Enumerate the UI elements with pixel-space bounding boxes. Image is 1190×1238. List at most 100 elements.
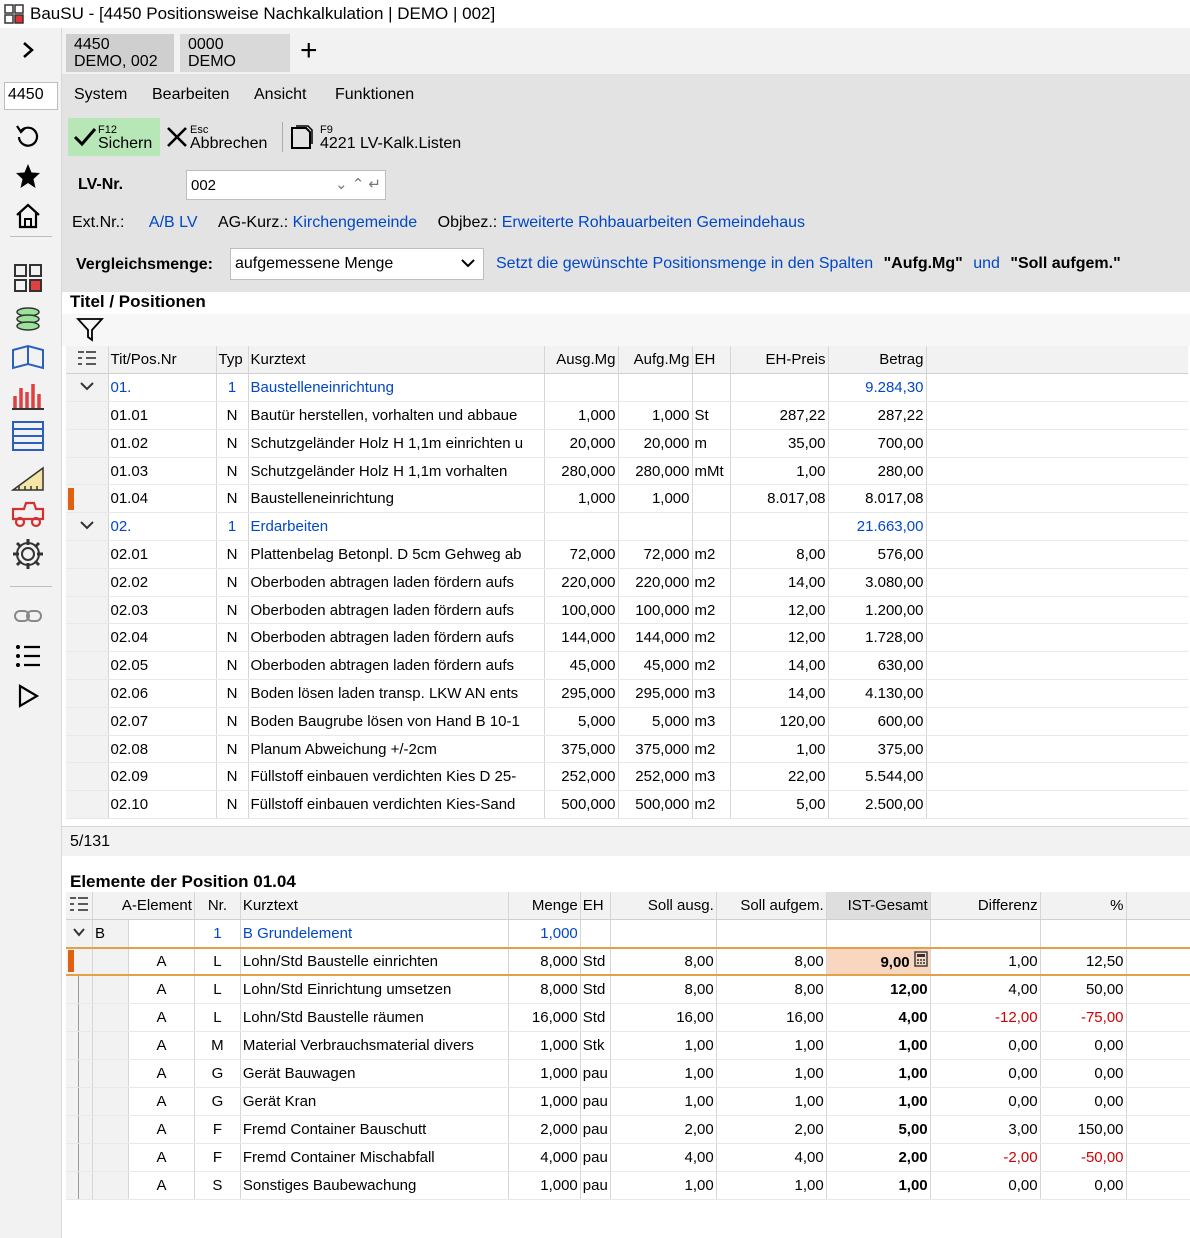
element-row[interactable]: A L Lohn/Std Einrichtung umsetzen 8,000 Std 8…: [66, 975, 1190, 1005]
el-ist-gesamt[interactable]: 9,00: [826, 946, 931, 977]
element-row[interactable]: A L Lohn/Std Baustelle räumen 16,000 Std 16,0…: [66, 1003, 1190, 1033]
position-row[interactable]: 02.06 N Boden lösen laden transp. LKW AN e…: [66, 679, 1188, 708]
col-header-eh[interactable]: EH: [580, 892, 611, 921]
chevron-right-icon[interactable]: [8, 34, 48, 66]
element-group-row[interactable]: B 1B Grundelement 1,000: [66, 919, 1190, 949]
refresh-icon[interactable]: [8, 120, 48, 152]
col-header-pct[interactable]: %: [1040, 892, 1127, 921]
element-row[interactable]: A F Fremd Container Mischabfall 4,000 pau 4,0…: [66, 1143, 1190, 1173]
menu-funktionen[interactable]: Funktionen: [335, 86, 414, 104]
obj-value-link[interactable]: Erweiterte Rohbauarbeiten Gemeindehaus: [502, 214, 805, 231]
position-row[interactable]: 01.01 N Bautür herstellen, vorhalten und a…: [66, 401, 1188, 430]
element-row[interactable]: A M Material Verbrauchsmaterial divers 1,00…: [66, 1031, 1190, 1061]
collapse-chevron-icon[interactable]: [66, 512, 109, 542]
position-row[interactable]: 01.04 N Baustelleneinrichtung 1,000 1,000 8.0…: [66, 484, 1188, 514]
element-row[interactable]: A L Lohn/Std Baustelle einrichten 8,000 Std 8…: [66, 946, 1190, 977]
col-header-soll-ausg[interactable]: Soll ausg.: [610, 892, 717, 921]
col-header-kurztext[interactable]: Kurztext: [248, 346, 545, 375]
ext-value-link[interactable]: A/B LV: [149, 214, 198, 231]
col-header-menge[interactable]: Menge: [508, 892, 581, 921]
el-filler: [1126, 946, 1190, 977]
el-ist-gesamt[interactable]: 5,00: [826, 1115, 931, 1145]
element-row[interactable]: A G Gerät Bauwagen 1,000 pau 1,00 1,00 1,00 0,00…: [66, 1059, 1190, 1089]
lv-nav-controls[interactable]: ⌄ ⌃ ↵: [335, 175, 381, 193]
el-ist-gesamt[interactable]: 4,00: [826, 1003, 931, 1033]
position-row[interactable]: 02.09 N Füllstoff einbauen verdichten Kies…: [66, 762, 1188, 792]
ag-value-link[interactable]: Kirchengemeinde: [293, 214, 418, 231]
position-row[interactable]: 02.05 N Oberboden abtragen laden fördern a…: [66, 651, 1188, 681]
lists-button[interactable]: F9 4221 LV-Kalk.Listen: [288, 118, 461, 156]
el-ist-gesamt[interactable]: 1,00: [826, 1171, 931, 1201]
menu-ansicht[interactable]: Ansicht: [254, 86, 306, 104]
modules-icon[interactable]: [8, 262, 48, 294]
position-row[interactable]: 01.02 N Schutzgeländer Holz H 1,1m einrich…: [66, 429, 1188, 458]
col-header-nr[interactable]: Tit/Pos.Nr: [108, 346, 217, 375]
pos-eh: m2: [692, 651, 731, 681]
col-header-typ[interactable]: Typ: [216, 346, 249, 375]
position-row[interactable]: 02.02 N Oberboden abtragen laden fördern a…: [66, 568, 1188, 597]
el-pct: 50,00: [1040, 975, 1127, 1005]
col-header-betrag[interactable]: Betrag: [828, 346, 927, 375]
cancel-button[interactable]: Esc Abbrechen: [164, 118, 267, 156]
chart-icon[interactable]: [8, 380, 48, 412]
col-header-aelement[interactable]: A-Element: [92, 892, 195, 921]
position-row[interactable]: 02.10 N Füllstoff einbauen verdichten Kies…: [66, 790, 1188, 820]
pos-ausg: 45,000: [544, 651, 619, 681]
col-header-aufg[interactable]: Aufg.Mg: [618, 346, 693, 375]
list-icon[interactable]: [8, 640, 48, 672]
el-ist-gesamt[interactable]: 1,00: [826, 1059, 931, 1089]
col-header-kurztext[interactable]: Kurztext: [240, 892, 509, 921]
gear-icon[interactable]: [8, 538, 48, 570]
lv-number-input[interactable]: 002 ⌄ ⌃ ↵: [186, 170, 386, 200]
element-row[interactable]: A S Sonstiges Baubewachung 1,000 pau 1,00 1,00…: [66, 1171, 1190, 1201]
element-row[interactable]: A G Gerät Kran 1,000 pau 1,00 1,00 1,00 0,00 0,00: [66, 1087, 1190, 1117]
col-header-soll-aufgem[interactable]: Soll aufgem.: [716, 892, 827, 921]
col-header-preis[interactable]: EH-Preis: [730, 346, 829, 375]
col-header-differenz[interactable]: Differenz: [930, 892, 1041, 921]
title-row[interactable]: 02. 1 Erdarbeiten 21.663,00: [66, 512, 1188, 542]
el-ist-gesamt[interactable]: 2,00: [826, 1143, 931, 1173]
el-ist-gesamt[interactable]: 1,00: [826, 1031, 931, 1061]
pos-ausg: [544, 373, 619, 403]
col-header-ausg[interactable]: Ausg.Mg: [544, 346, 619, 375]
collapse-chevron-icon[interactable]: [66, 919, 93, 949]
position-row[interactable]: 02.04 N Oberboden abtragen laden fördern a…: [66, 623, 1188, 653]
link-icon[interactable]: [8, 600, 48, 632]
save-button[interactable]: F12 Sichern: [68, 118, 160, 156]
position-row[interactable]: 02.03 N Oberboden abtragen laden fördern a…: [66, 596, 1188, 625]
menu-system[interactable]: System: [74, 86, 127, 104]
position-row[interactable]: 02.07 N Boden Baugrube lösen von Hand B 10…: [66, 707, 1188, 736]
tree-toggle-icon[interactable]: [66, 346, 109, 375]
ruler-icon[interactable]: [8, 460, 48, 492]
star-icon[interactable]: [8, 160, 48, 192]
tree-toggle-icon[interactable]: [66, 892, 93, 921]
play-icon[interactable]: [8, 680, 48, 712]
tab-0000[interactable]: 0000 DEMO: [180, 34, 290, 72]
position-row[interactable]: 02.01 N Plattenbelag Betonpl. D 5cm Gehweg…: [66, 540, 1188, 569]
vehicle-icon[interactable]: [8, 498, 48, 530]
add-tab-button[interactable]: +: [300, 36, 318, 66]
element-row[interactable]: A F Fremd Container Bauschutt 2,000 pau 2,00 2…: [66, 1115, 1190, 1145]
vergleichsmenge-select[interactable]: aufgemessene Menge: [230, 248, 484, 280]
col-header-eh[interactable]: EH: [692, 346, 731, 375]
filter-icon[interactable]: [76, 317, 104, 343]
title-row[interactable]: 01. 1 Baustelleneinrichtung 9.284,30: [66, 373, 1188, 403]
collapse-chevron-icon[interactable]: [66, 373, 109, 403]
home-icon[interactable]: [8, 200, 48, 232]
pos-kurztext: Baustelleneinrichtung: [248, 373, 545, 403]
calculator-icon[interactable]: [913, 951, 928, 971]
pos-betrag: 1.728,00: [828, 623, 927, 653]
menu-bearbeiten[interactable]: Bearbeiten: [152, 86, 229, 104]
book-icon[interactable]: [8, 342, 48, 374]
el-ist-gesamt[interactable]: 12,00: [826, 975, 931, 1005]
col-header-ist-gesamt[interactable]: IST-Gesamt: [826, 892, 931, 921]
coins-icon[interactable]: [8, 304, 48, 336]
project-number-input[interactable]: 4450: [4, 82, 58, 110]
group-empty: [930, 919, 1041, 949]
position-row[interactable]: 02.08 N Planum Abweichung +/-2cm 375,000 375…: [66, 735, 1188, 764]
col-header-nr[interactable]: Nr.: [194, 892, 241, 921]
calculator-icon[interactable]: [8, 420, 48, 452]
tab-4450[interactable]: 4450 DEMO, 002: [66, 34, 174, 72]
position-row[interactable]: 01.03 N Schutzgeländer Holz H 1,1m vorhalt…: [66, 457, 1188, 486]
el-ist-gesamt[interactable]: 1,00: [826, 1087, 931, 1117]
